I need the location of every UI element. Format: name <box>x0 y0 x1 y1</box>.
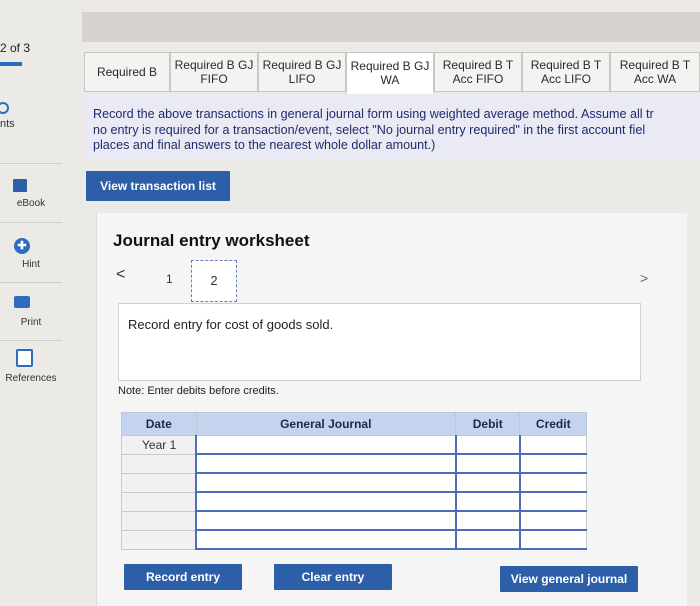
entry-page-2[interactable]: 2 <box>191 260 237 302</box>
print-label[interactable]: Print <box>0 317 62 328</box>
tab-required-b-gj-wa[interactable]: Required B GJ WA <box>346 52 434 94</box>
divider <box>0 163 62 164</box>
clear-entry-button[interactable]: Clear entry <box>274 564 392 590</box>
entry-page-1[interactable]: 1 <box>166 272 173 286</box>
instruction-line: places and final answers to the nearest … <box>93 138 436 152</box>
table-row <box>121 491 587 512</box>
view-general-journal-button[interactable]: View general journal <box>500 566 638 592</box>
account-input[interactable] <box>195 491 457 512</box>
ebook-icon[interactable] <box>13 179 27 192</box>
references-icon[interactable] <box>16 349 33 367</box>
left-sidebar: 2 of 3 nts eBook ✚ Hint Print References <box>0 0 62 606</box>
instruction-line: Record the above transactions in general… <box>93 107 654 121</box>
credit-input[interactable] <box>518 453 587 474</box>
credit-column-header: Credit <box>519 412 587 436</box>
credit-input[interactable] <box>518 491 587 512</box>
table-row <box>121 472 587 493</box>
debit-input[interactable] <box>454 472 521 493</box>
references-label[interactable]: References <box>0 373 62 384</box>
date-cell <box>121 472 197 493</box>
table-row <box>121 453 587 474</box>
date-cell <box>121 453 197 474</box>
account-input[interactable] <box>195 435 457 455</box>
top-bar <box>82 12 700 42</box>
question-progress-bar <box>0 62 22 66</box>
credit-input[interactable] <box>518 435 587 455</box>
debit-input[interactable] <box>454 529 521 550</box>
date-cell <box>121 510 197 531</box>
points-label: nts <box>0 118 15 130</box>
table-row: Year 1 <box>121 435 587 455</box>
entry-description-box <box>118 303 641 381</box>
printer-icon[interactable] <box>14 296 30 308</box>
tab-required-b-t-acc-wa[interactable]: Required B T Acc WA <box>610 52 700 92</box>
worksheet-title: Journal entry worksheet <box>113 231 310 250</box>
instruction-line: no entry is required for a transaction/e… <box>93 122 646 137</box>
table-header-row: Date General Journal Debit Credit <box>121 412 587 436</box>
tab-required-b-t-acc-lifo[interactable]: Required B T Acc LIFO <box>522 52 610 92</box>
points-icon <box>0 102 9 114</box>
tab-required-b-gj-fifo[interactable]: Required B GJ FIFO <box>170 52 258 92</box>
account-input[interactable] <box>195 529 457 550</box>
account-input[interactable] <box>195 453 457 474</box>
debit-input[interactable] <box>454 435 521 455</box>
ebook-label[interactable]: eBook <box>0 198 62 209</box>
tab-required-b-t-acc-fifo[interactable]: Required B T Acc FIFO <box>434 52 522 92</box>
hint-label[interactable]: Hint <box>0 259 62 270</box>
tab-required-b-gj-lifo[interactable]: Required B GJ LIFO <box>258 52 346 92</box>
prev-entry-chevron-icon[interactable]: < <box>116 266 125 284</box>
table-row <box>121 529 587 550</box>
debit-input[interactable] <box>454 453 521 474</box>
account-input[interactable] <box>195 510 457 531</box>
divider <box>0 282 62 283</box>
next-entry-chevron-icon[interactable]: > <box>640 270 648 286</box>
date-cell <box>121 529 197 550</box>
credit-input[interactable] <box>518 510 587 531</box>
hint-icon[interactable]: ✚ <box>14 238 30 254</box>
date-cell <box>121 491 197 512</box>
account-input[interactable] <box>195 472 457 493</box>
debit-input[interactable] <box>454 491 521 512</box>
journal-entry-table: Date General Journal Debit Credit Year 1 <box>121 412 587 550</box>
instruction-text: Record the above transactions in general… <box>84 94 700 160</box>
general-journal-column-header: General Journal <box>195 412 457 436</box>
table-row <box>121 510 587 531</box>
record-entry-button[interactable]: Record entry <box>124 564 242 590</box>
debit-credit-note: Note: Enter debits before credits. <box>118 385 279 397</box>
credit-input[interactable] <box>518 472 587 493</box>
debit-input[interactable] <box>454 510 521 531</box>
divider <box>0 222 62 223</box>
tab-required-b[interactable]: Required B <box>84 52 170 92</box>
entry-description: Record entry for cost of goods sold. <box>128 317 334 332</box>
date-column-header: Date <box>121 412 197 436</box>
debit-column-header: Debit <box>455 412 521 436</box>
date-cell: Year 1 <box>121 435 197 455</box>
divider <box>0 340 62 341</box>
credit-input[interactable] <box>518 529 587 550</box>
view-transaction-list-button[interactable]: View transaction list <box>86 171 230 201</box>
question-counter: 2 of 3 <box>0 41 31 55</box>
